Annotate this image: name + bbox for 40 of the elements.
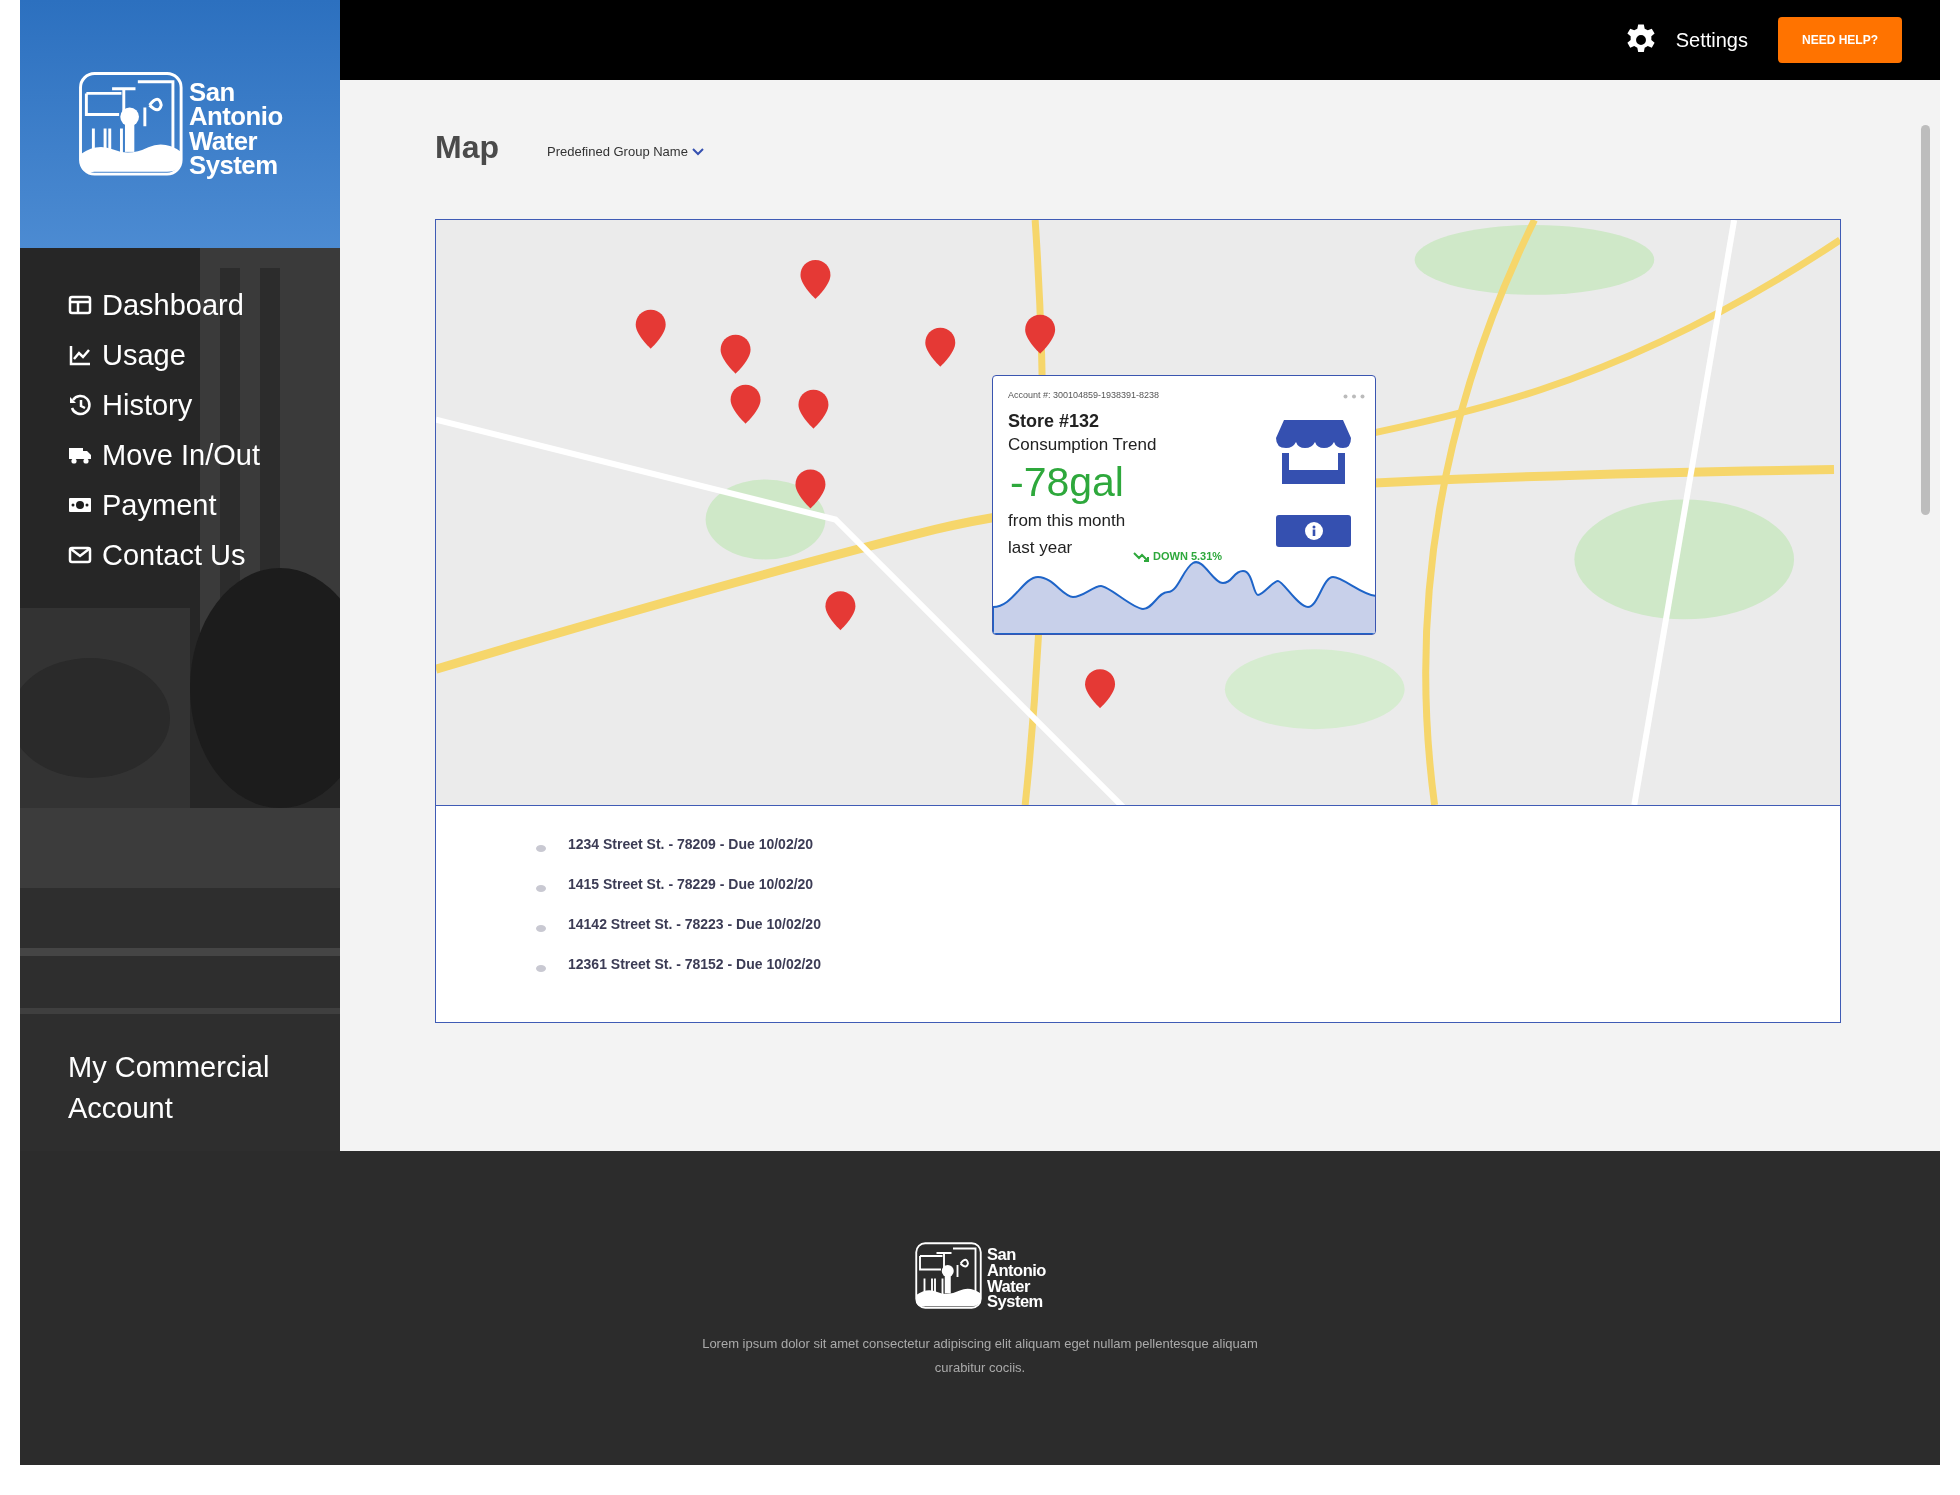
dashboard-icon [68,293,92,317]
bullet-dot [536,844,546,852]
store-icon [1276,420,1351,485]
info-button[interactable] [1276,515,1351,548]
nav-link[interactable]: History [68,386,340,424]
trend-label: Consumption Trend [1008,434,1157,457]
address-text: 12361 Street St. - 78152 - Due 10/02/20 [568,955,821,975]
bullet-dot [536,924,546,932]
info-icon [1304,522,1323,541]
nav-link[interactable]: Usage [68,336,340,374]
address-text: 1415 Street St. - 78229 - Due 10/02/20 [568,875,814,895]
address-text: 14142 Street St. - 78223 - Due 10/02/20 [568,915,821,935]
store-name: Store #132 [1008,410,1101,434]
nav-link[interactable]: Dashboard [68,286,340,324]
logo-icon [77,70,185,178]
trend-down-icon [1133,551,1151,562]
nav-link[interactable]: Move In/Out [68,436,340,474]
account-title: My Commercial Account [67,1050,271,1126]
logo-text: San Antonio Water System [188,79,283,178]
trend-indicator: DOWN 5.31% [1133,548,1223,565]
chevron-down-icon [691,148,704,157]
more-icon[interactable] [1343,394,1365,400]
chart-icon [68,343,92,367]
address-text: 1234 Street St. - 78209 - Due 10/02/20 [568,835,814,855]
bullet-dot [536,884,546,892]
settings-link[interactable]: Settings [1623,23,1748,57]
group-dropdown[interactable]: Predefined Group Name [547,142,704,162]
account-number: Account #: 300104859-1938391-8238 [1008,389,1160,403]
caption-text: from this month [1008,510,1126,533]
history-icon [68,393,92,417]
scrollbar-thumb[interactable] [1921,125,1930,515]
caption-text: last year [1008,537,1073,560]
page-title: Map [435,128,499,167]
footer-text: Lorem ipsum dolor sit amet consectetur adipiscing elit aliquam eget nullam pellentesque aliquam curabitur cociis. [701,1335,1259,1377]
consumption-value: -78gal [1010,458,1125,508]
logo-icon [914,1241,984,1310]
nav-link[interactable]: Payment [68,486,340,524]
bullet-dot [536,964,546,972]
logo-text: San Antonio Water System [987,1247,1046,1310]
nav-link[interactable]: Contact Us [68,536,340,574]
